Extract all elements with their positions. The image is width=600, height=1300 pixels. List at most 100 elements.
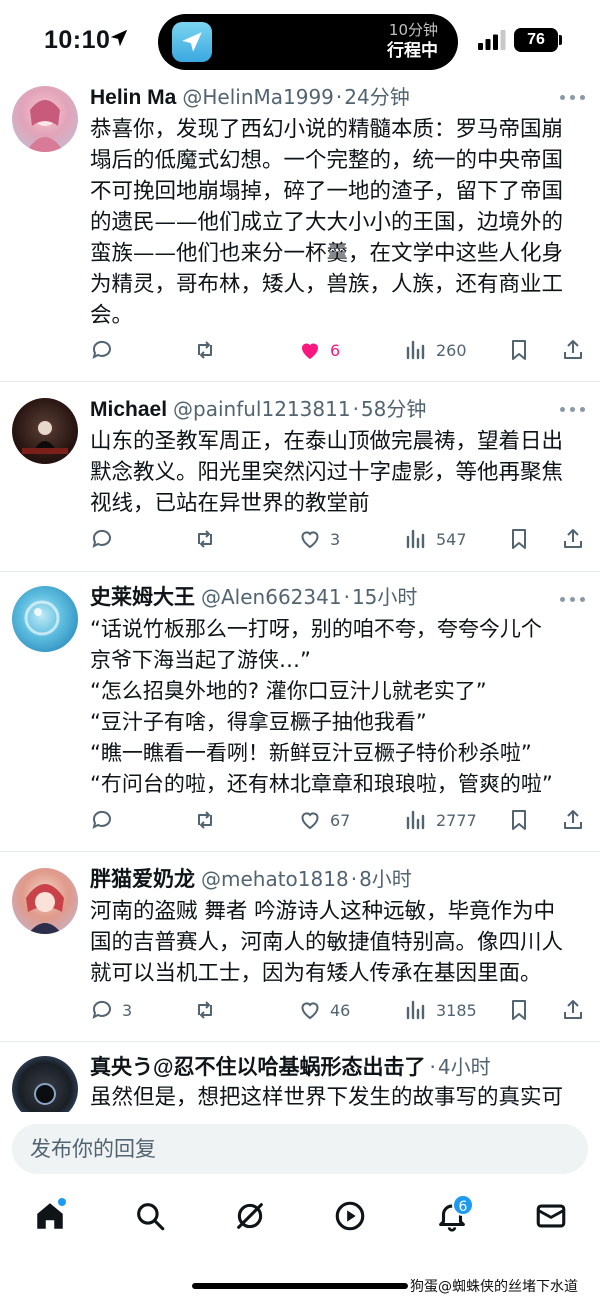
tweet[interactable]: 胖猫爱奶龙 @mehato1818 · 8小时 河南的盗贼 舞者 吟游诗人这种远敏，毕… [0, 852, 600, 1042]
user-handle[interactable]: @mehato1818 [201, 867, 349, 891]
retweet-button[interactable] [193, 335, 225, 365]
reply-button[interactable] [90, 335, 122, 365]
avatar[interactable] [12, 586, 78, 652]
home-indicator[interactable] [192, 1283, 408, 1289]
share-icon [564, 340, 582, 359]
like-button[interactable]: 6 [298, 335, 340, 365]
like-count: 6 [330, 340, 341, 360]
avatar[interactable] [12, 398, 78, 464]
share-button[interactable] [561, 524, 585, 554]
navigation-app-icon [172, 22, 212, 62]
tweet-header: 胖猫爱奶龙 @mehato1818 · 8小时 [90, 864, 550, 894]
user-handle[interactable]: @Alen662341 [201, 585, 342, 609]
nav-search[interactable] [130, 1196, 170, 1236]
share-button[interactable] [561, 995, 585, 1025]
share-button[interactable] [561, 805, 585, 835]
text-line: 默念教义。阳光里突然闪过十字虚影，等他再聚焦 [90, 460, 564, 485]
reply-icon [92, 1000, 111, 1019]
avatar[interactable] [12, 868, 78, 934]
tweet-header: Helin Ma @HelinMa1999 · 24分钟 [90, 82, 550, 112]
text-line: “怎么招臭外地的? 灌你口豆汁儿就老实了” [90, 679, 487, 703]
share-icon [564, 1000, 582, 1019]
avatar[interactable] [12, 86, 78, 152]
view-count: 3185 [436, 1000, 477, 1020]
location-arrow-icon [110, 29, 128, 47]
nav-home[interactable] [30, 1196, 70, 1236]
reply-icon [92, 529, 111, 548]
tweet[interactable]: 史莱姆大王 @Alen662341 · 15小时 “话说竹板那么一打呀，别的咱不夸，夸… [0, 572, 600, 852]
tweet-text: 山东的圣教军周正，在泰山顶做完晨祷，望着日出 默念教义。阳光里突然闪过十字虚影，… [90, 426, 590, 519]
tweet-text: 虽然但是，想把这样世界下发生的故事写的真实可 [90, 1082, 590, 1112]
tweet[interactable]: Michael @painful1213811 · 58分钟 山东的圣教军周正，在泰山… [0, 382, 600, 572]
text-line: 的遗民——他们成立了大大小小的王国，边境外的 [90, 210, 564, 235]
display-name[interactable]: Helin Ma [90, 86, 176, 109]
reply-input[interactable]: 发布你的回复 [12, 1124, 588, 1174]
like-button[interactable]: 46 [298, 995, 350, 1025]
text-line: 塌后的低魔式幻想。一个完整的，统一的中央帝国 [90, 148, 564, 173]
more-options-icon[interactable] [560, 404, 586, 414]
post-time: 4小时 [437, 1055, 491, 1079]
like-count: 46 [330, 1000, 351, 1020]
user-handle[interactable]: @HelinMa1999 [182, 85, 334, 109]
text-line: 为精灵，哥布林，矮人，兽族，人族，还有商业工 [90, 272, 564, 297]
display-name[interactable]: Michael [90, 398, 167, 421]
bookmark-button[interactable] [507, 335, 531, 365]
tweet-header: 史莱姆大王 @Alen662341 · 15小时 [90, 582, 550, 612]
display-name[interactable]: 史莱姆大王 [90, 586, 195, 609]
watermark-text: 狗蛋@蜘蛛侠的丝堵下水道 [410, 1276, 578, 1296]
retweet-icon [198, 530, 212, 548]
status-bar: 10:10 10分钟 行程中 76 [0, 0, 600, 82]
like-button[interactable]: 3 [298, 524, 340, 554]
views-chart-icon [406, 1000, 425, 1020]
post-time: 58分钟 [360, 397, 427, 421]
view-count: 2777 [436, 810, 477, 830]
tweet-text: 恭喜你，发现了西幻小说的精髓本质：罗马帝国崩 塌后的低魔式幻想。一个完整的，统一… [90, 114, 590, 331]
reply-button[interactable]: 3 [90, 995, 132, 1025]
user-handle[interactable]: @painful1213811 [173, 397, 351, 421]
bookmark-button[interactable] [507, 805, 531, 835]
views-button[interactable]: 547 [404, 524, 467, 554]
grok-icon [237, 1203, 263, 1229]
tweet[interactable]: Helin Ma @HelinMa1999 · 24分钟 恭喜你，发现了西幻小说的精髓… [0, 82, 600, 382]
display-name[interactable]: 胖猫爱奶龙 [90, 868, 195, 891]
reply-icon [92, 810, 111, 829]
notifications-badge: 6 [452, 1194, 474, 1216]
reply-button[interactable] [90, 805, 122, 835]
reply-icon [92, 340, 111, 359]
nav-messages[interactable] [531, 1196, 571, 1236]
tweet-text: 河南的盗贼 舞者 吟游诗人这种远敏，毕竟作为中 国的吉普赛人，河南人的敏捷值特别… [90, 896, 590, 989]
retweet-button[interactable] [193, 805, 225, 835]
retweet-icon [198, 341, 212, 359]
text-line: 京爷下海当起了游侠…” [90, 648, 311, 672]
retweet-icon [198, 811, 212, 829]
retweet-button[interactable] [193, 524, 225, 554]
views-button[interactable]: 2777 [404, 805, 477, 835]
cellular-signal-icon [478, 30, 506, 50]
bookmark-icon [512, 1000, 526, 1020]
text-line: “冇问台的啦，还有林北章章和琅琅啦，管爽的啦” [90, 772, 553, 796]
tweet[interactable]: 真央う@忍不住以哈基蜗形态出击了 · 4小时 虽然但是，想把这样世界下发生的故事写的… [0, 1042, 600, 1112]
separator-dot: · [343, 585, 350, 609]
more-options-icon[interactable] [560, 594, 586, 604]
reply-button[interactable] [90, 524, 122, 554]
heart-icon [301, 531, 319, 549]
nav-grok[interactable] [230, 1196, 270, 1236]
share-button[interactable] [561, 335, 585, 365]
views-button[interactable]: 260 [404, 335, 467, 365]
dynamic-island[interactable]: 10分钟 行程中 [158, 14, 458, 70]
display-name[interactable]: 真央う@忍不住以哈基蜗形态出击了 [90, 1056, 425, 1079]
tweet-actions: 6 260 [88, 335, 588, 365]
views-button[interactable]: 3185 [404, 995, 477, 1025]
post-time: 24分钟 [344, 85, 410, 109]
separator-dot: · [350, 867, 358, 891]
bookmark-button[interactable] [507, 524, 531, 554]
avatar[interactable] [12, 1056, 78, 1112]
nav-notifications[interactable]: 6 [432, 1194, 474, 1236]
more-options-icon[interactable] [560, 92, 586, 102]
bookmark-button[interactable] [507, 995, 531, 1025]
retweet-button[interactable] [193, 995, 225, 1025]
like-button[interactable]: 67 [298, 805, 350, 835]
view-count: 260 [436, 340, 467, 360]
nav-video[interactable] [330, 1196, 370, 1236]
separator-dot: · [352, 397, 359, 421]
